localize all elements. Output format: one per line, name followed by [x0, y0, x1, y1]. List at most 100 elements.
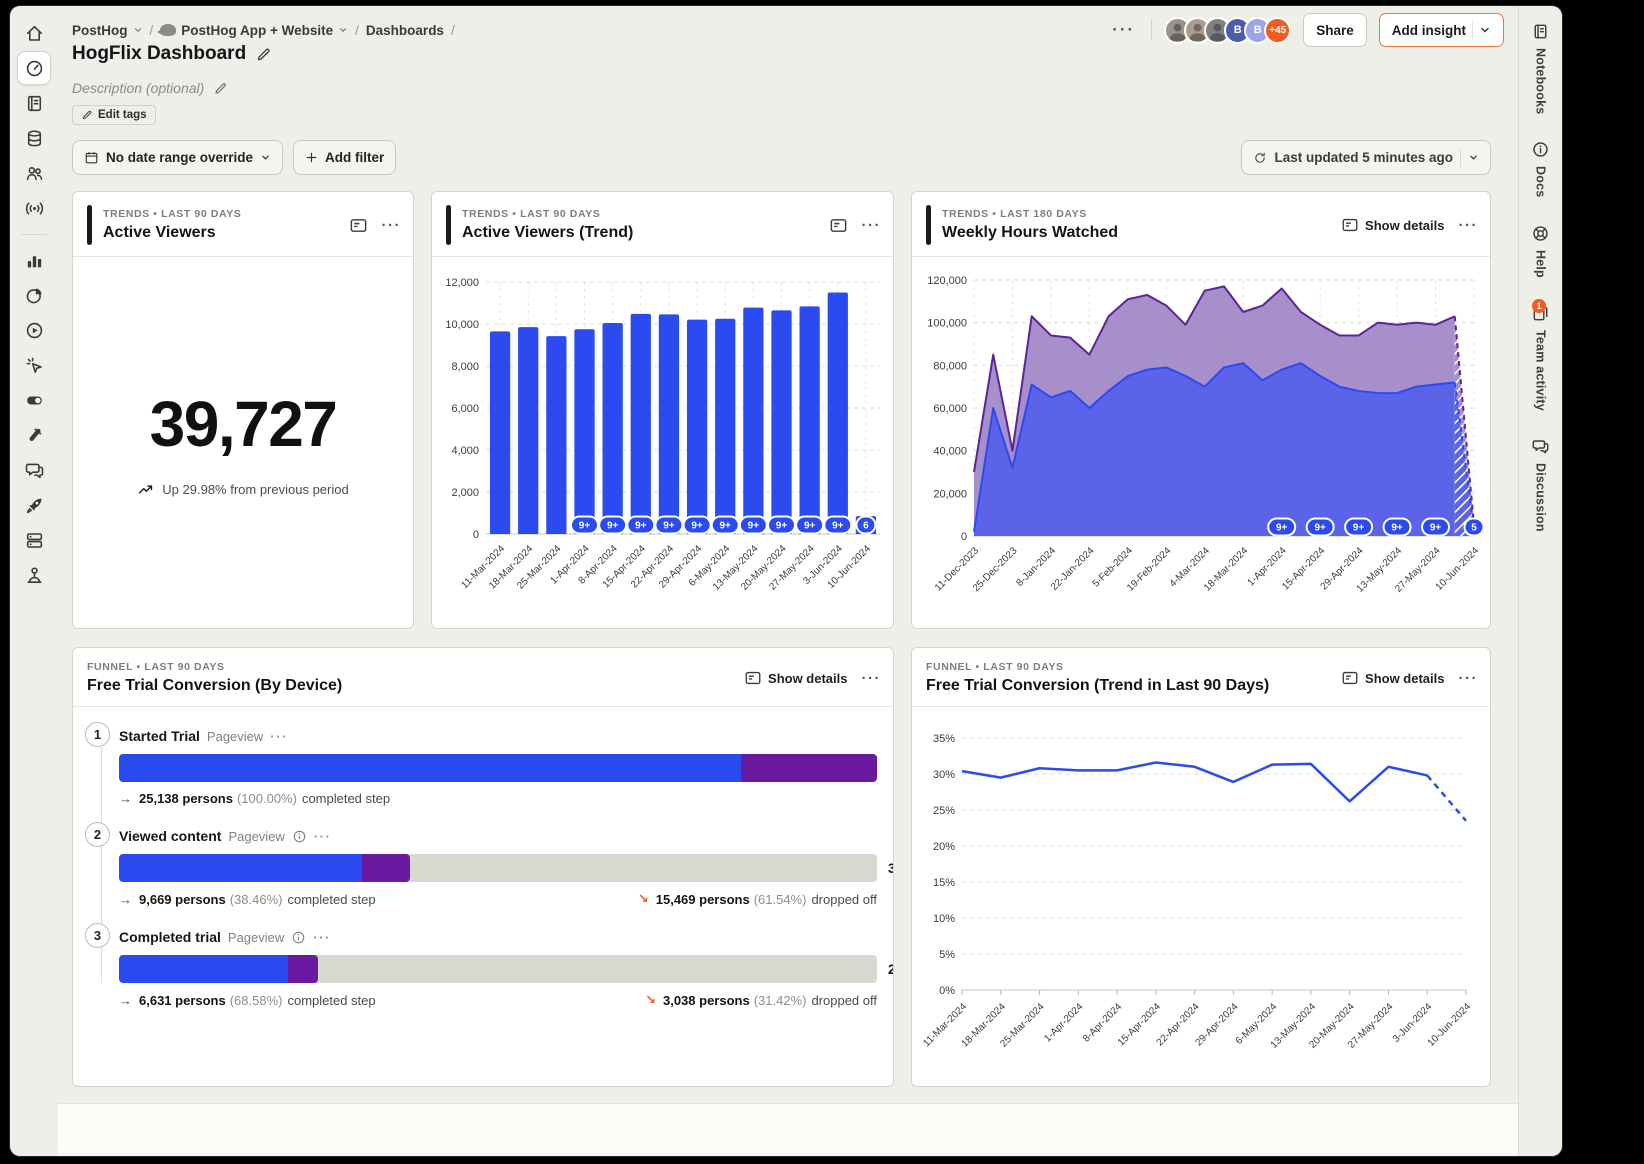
card-menu-button[interactable]: ···: [862, 217, 882, 234]
info-icon[interactable]: [291, 930, 306, 945]
svg-text:2,000: 2,000: [451, 487, 479, 499]
card-menu-button[interactable]: ···: [862, 670, 882, 687]
edit-description-icon[interactable]: [213, 81, 228, 96]
sidebar-item-home[interactable]: [17, 16, 51, 50]
incomplete-period-blue: [1455, 382, 1474, 536]
sidebar-item-data-warehouse[interactable]: [17, 121, 51, 155]
details-icon[interactable]: [349, 216, 368, 235]
funnel-step-3: 3Completed trialPageview···26.3%→6,631 p…: [89, 926, 877, 1008]
completed-pct: (100.00%): [237, 791, 297, 806]
svg-text:12,000: 12,000: [445, 277, 479, 289]
sidebar-item-toolbar[interactable]: [17, 348, 51, 382]
sidebar-item-early-access[interactable]: [17, 488, 51, 522]
funnel-bar-segment-purple[interactable]: [288, 955, 318, 983]
bar[interactable]: [631, 314, 651, 534]
bar[interactable]: [715, 319, 735, 534]
funnel-bar-segment-purple[interactable]: [741, 754, 877, 782]
collaborator-avatars[interactable]: BB+45: [1164, 17, 1291, 44]
share-button[interactable]: Share: [1303, 13, 1367, 47]
bar[interactable]: [490, 331, 510, 534]
panel-tab-team-activity[interactable]: 1Team activity: [1531, 304, 1550, 411]
bar[interactable]: [574, 329, 594, 534]
panel-tab-docs[interactable]: Docs: [1531, 140, 1550, 197]
bar[interactable]: [603, 323, 623, 534]
funnel-bar-segment-blue[interactable]: [119, 754, 741, 782]
bar[interactable]: [800, 306, 820, 534]
sidebar-item-notebooks[interactable]: [17, 86, 51, 120]
card-menu-button[interactable]: ···: [382, 217, 402, 234]
sidebar-item-experiments[interactable]: [17, 418, 51, 452]
sidebar-item-product-analytics[interactable]: [17, 243, 51, 277]
funnel-bar[interactable]: [119, 854, 877, 882]
sidebar-item-dashboards[interactable]: [17, 51, 51, 85]
trending-up-icon: [137, 481, 154, 498]
bar[interactable]: [518, 327, 538, 534]
funnel-bar-segment-blue[interactable]: [119, 854, 362, 882]
card-title[interactable]: Free Trial Conversion (Trend in Last 90 …: [926, 677, 1269, 695]
show-details-button[interactable]: Show details: [1341, 669, 1444, 687]
conversion-line[interactable]: [962, 762, 1427, 801]
svg-text:9+: 9+: [691, 521, 703, 532]
breadcrumb-item[interactable]: PostHog App + Website: [160, 23, 348, 38]
avatar-overflow-badge[interactable]: +45: [1264, 17, 1291, 44]
sidebar-item-groups[interactable]: [17, 558, 51, 592]
breadcrumb-item[interactable]: PostHog: [72, 23, 143, 38]
svg-text:9+: 9+: [635, 521, 647, 532]
bar[interactable]: [743, 308, 763, 534]
line-chart-svg[interactable]: 0%5%10%15%20%25%30%35%11-Mar-202418-Mar-…: [916, 724, 1480, 1084]
bar[interactable]: [828, 293, 848, 535]
conversion-line-chart[interactable]: 0%5%10%15%20%25%30%35%11-Mar-202418-Mar-…: [912, 707, 1490, 1086]
hours-area-chart[interactable]: 020,00040,00060,00080,000100,000120,0001…: [912, 257, 1490, 628]
sidebar-item-surveys[interactable]: [17, 453, 51, 487]
panel-tab-discussion[interactable]: Discussion: [1531, 437, 1550, 532]
svg-text:40,000: 40,000: [933, 446, 967, 458]
area-chart-svg[interactable]: 020,00040,00060,00080,000100,000120,0001…: [916, 268, 1484, 626]
svg-text:10,000: 10,000: [445, 319, 479, 331]
breadcrumb: PostHog/PostHog App + Website/Dashboards…: [72, 23, 455, 38]
step-menu-button[interactable]: ···: [314, 829, 332, 844]
card-title[interactable]: Active Viewers (Trend): [462, 224, 633, 242]
bar[interactable]: [687, 320, 707, 534]
left-sidebar: [10, 6, 58, 1156]
step-menu-button[interactable]: ···: [313, 930, 331, 945]
sidebar-item-web-analytics[interactable]: [17, 278, 51, 312]
panel-tab-notebooks[interactable]: Notebooks: [1531, 22, 1550, 114]
pencil-icon: [81, 109, 93, 121]
step-menu-button[interactable]: ···: [270, 729, 288, 744]
bar[interactable]: [546, 336, 566, 534]
dropped-label: dropped off: [811, 892, 877, 907]
sidebar-item-activity[interactable]: [17, 191, 51, 225]
funnel-bar-segment-blue[interactable]: [119, 955, 288, 983]
show-details-button[interactable]: Show details: [744, 669, 847, 687]
details-icon[interactable]: [829, 216, 848, 235]
conversion-line-projection[interactable]: [1427, 775, 1466, 820]
funnel-step-1: 1Started TrialPageview···→25,138 persons…: [89, 725, 877, 806]
show-details-button[interactable]: Show details: [1341, 216, 1444, 234]
edit-title-icon[interactable]: [255, 46, 272, 63]
bar[interactable]: [771, 310, 791, 534]
bar-chart-svg[interactable]: 02,0004,0006,0008,00010,00012,00011-Mar-…: [436, 268, 888, 626]
sidebar-item-people[interactable]: [17, 156, 51, 190]
add-filter-button[interactable]: Add filter: [293, 140, 396, 175]
sidebar-item-feature-flags[interactable]: [17, 383, 51, 417]
info-icon[interactable]: [292, 829, 307, 844]
edit-tags-button[interactable]: Edit tags: [72, 105, 156, 125]
card-title[interactable]: Weekly Hours Watched: [942, 224, 1118, 242]
card-title[interactable]: Free Trial Conversion (By Device): [87, 677, 342, 695]
sidebar-item-session-replay[interactable]: [17, 313, 51, 347]
bar[interactable]: [659, 314, 679, 534]
card-menu-button[interactable]: ···: [1459, 670, 1479, 687]
trend-bar-chart[interactable]: 02,0004,0006,0008,00010,00012,00011-Mar-…: [432, 257, 893, 628]
date-range-override-select[interactable]: No date range override: [72, 140, 283, 175]
card-title[interactable]: Active Viewers: [103, 224, 241, 242]
dashboard-menu-button[interactable]: ···: [1108, 20, 1139, 40]
card-menu-button[interactable]: ···: [1459, 217, 1479, 234]
breadcrumb-item[interactable]: Dashboards: [366, 23, 444, 38]
funnel-bar[interactable]: [119, 955, 877, 983]
sidebar-item-data-pipeline[interactable]: [17, 523, 51, 557]
last-updated-button[interactable]: Last updated 5 minutes ago: [1241, 140, 1491, 175]
add-insight-button[interactable]: Add insight: [1379, 13, 1504, 47]
panel-tab-help[interactable]: Help: [1531, 224, 1550, 278]
funnel-bar-segment-purple[interactable]: [362, 854, 410, 882]
funnel-bar[interactable]: [119, 754, 877, 782]
